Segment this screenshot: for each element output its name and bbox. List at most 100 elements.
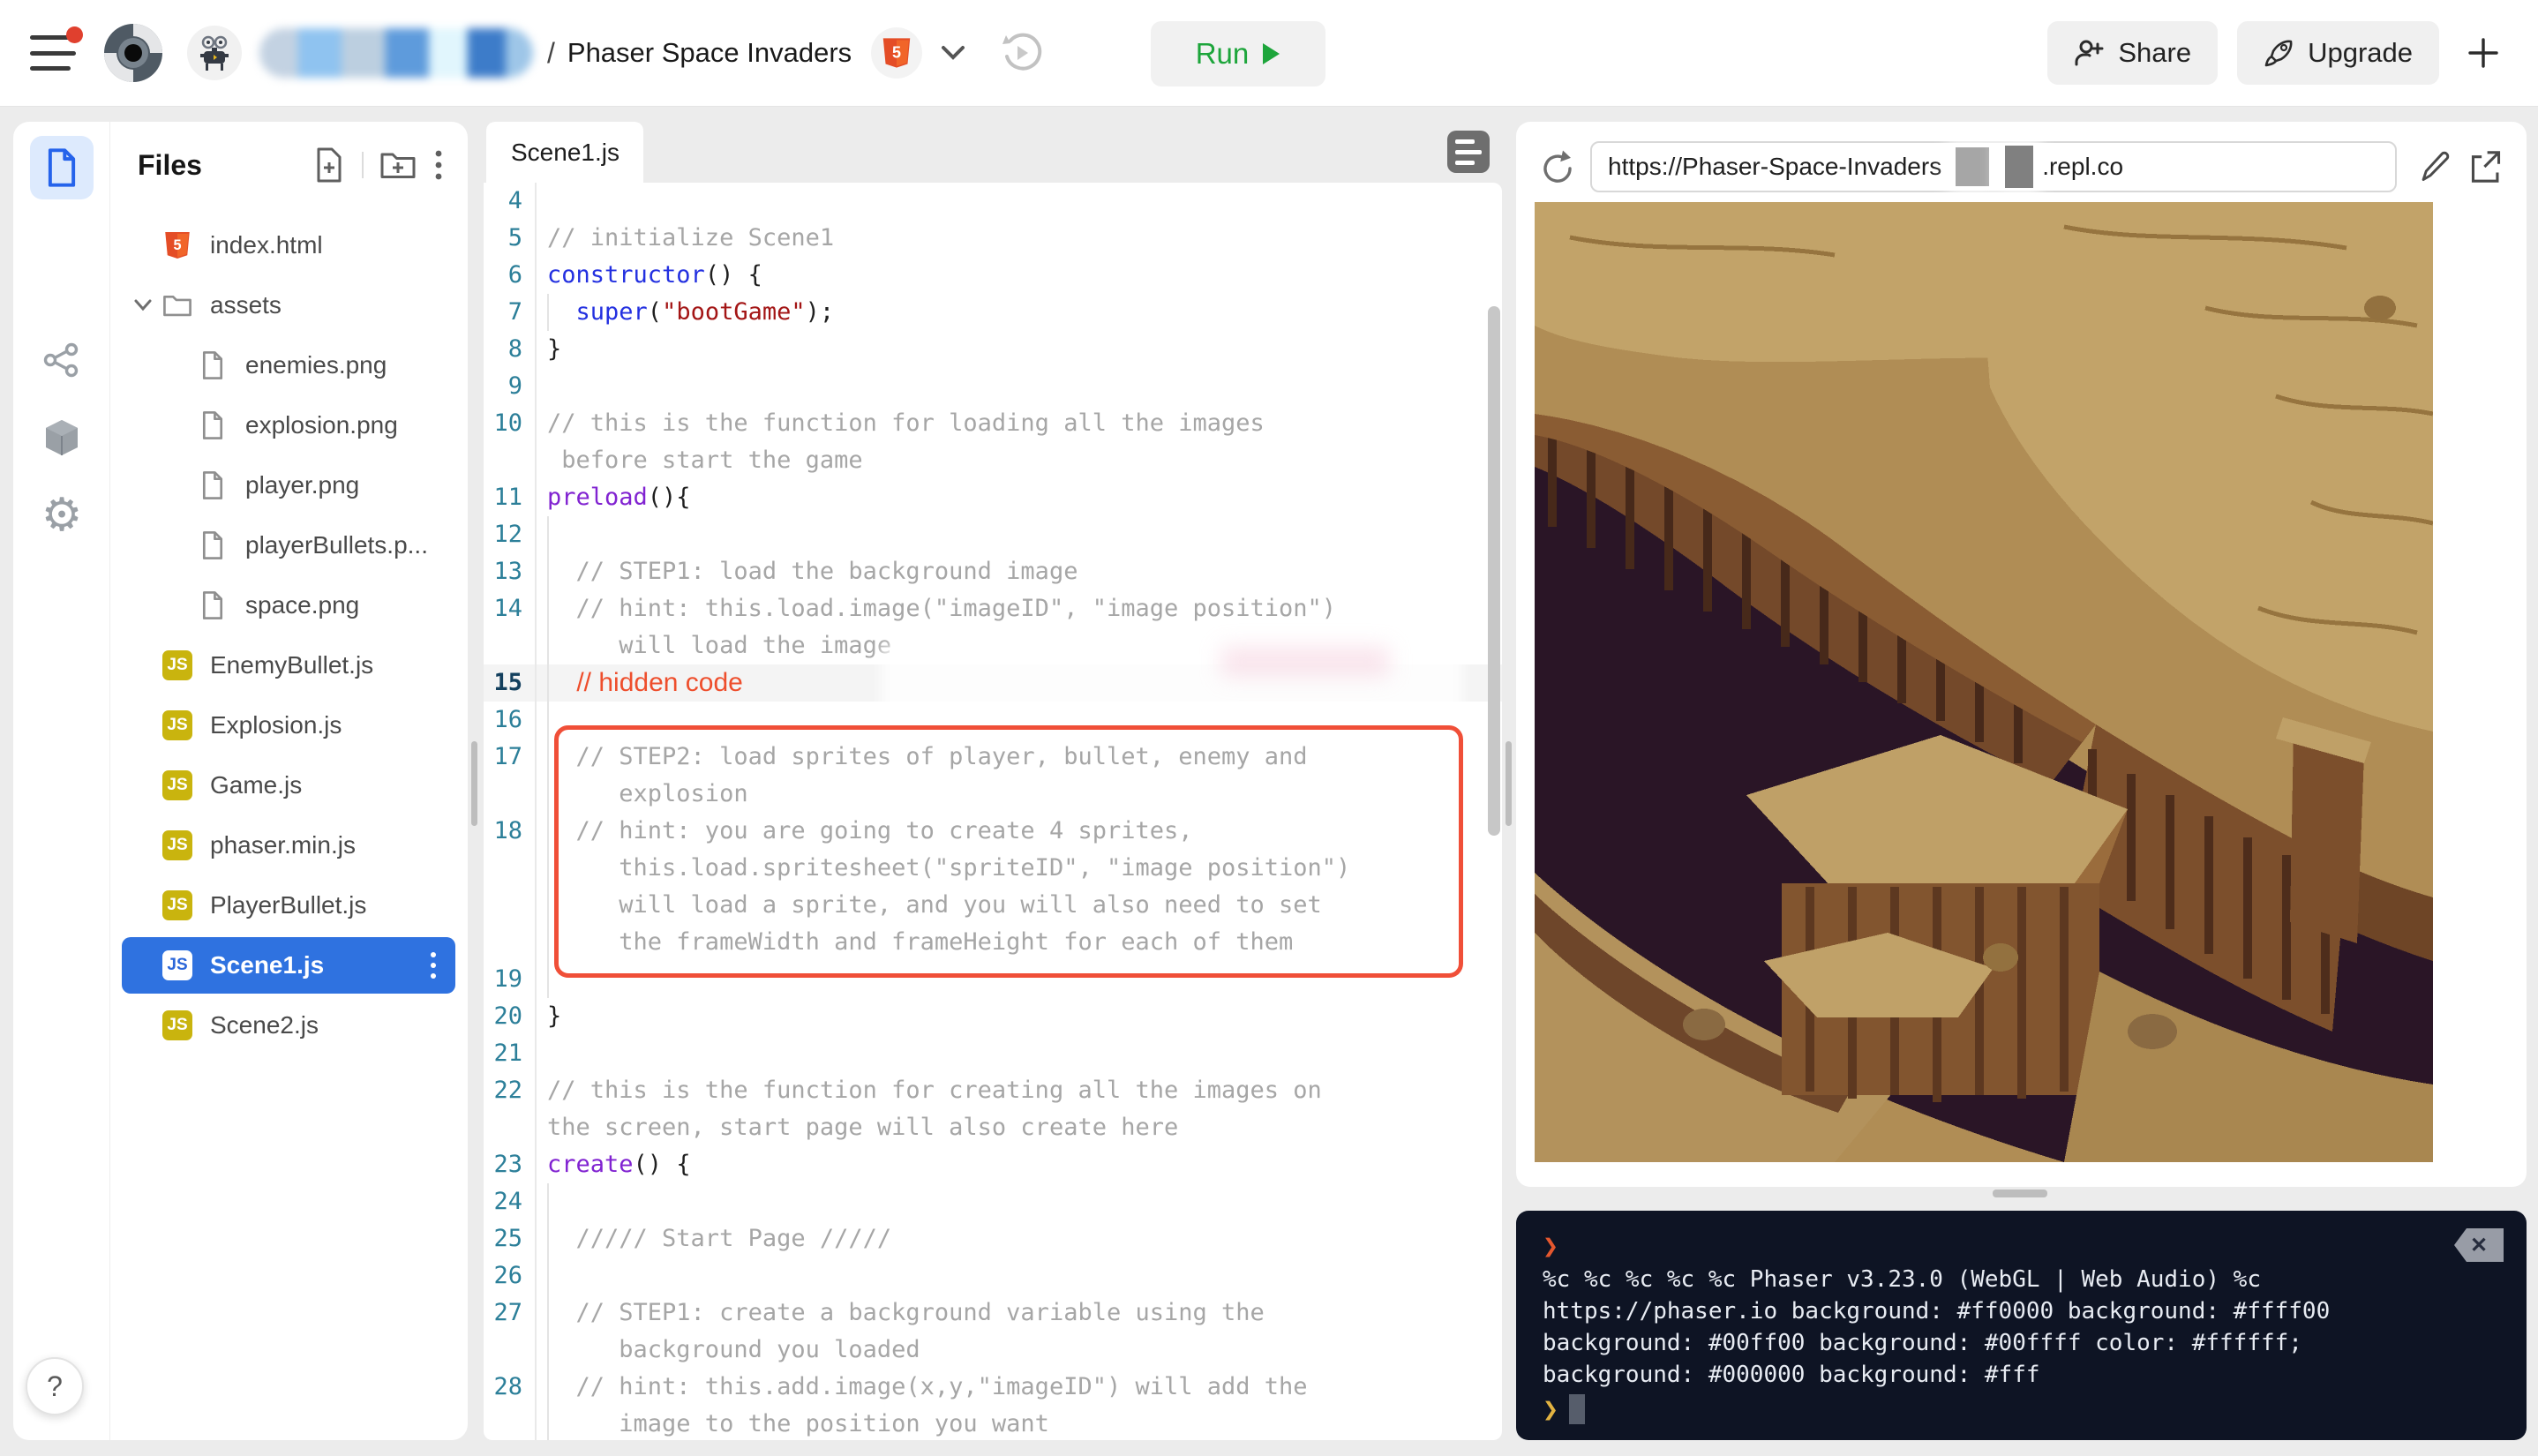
code-row[interactable]: explosion bbox=[484, 776, 1502, 813]
line-number: 27 bbox=[484, 1295, 537, 1332]
rail-version-control-tab[interactable] bbox=[42, 341, 81, 379]
code-row[interactable]: 23 create() { bbox=[484, 1146, 1502, 1183]
rail-settings-tab[interactable]: ⚙ bbox=[41, 492, 83, 538]
tab-scene1[interactable]: Scene1.js bbox=[486, 122, 643, 183]
rail-files-tab[interactable] bbox=[30, 136, 94, 199]
url-redacted-block bbox=[2005, 146, 2034, 188]
code-line: the frameWidth and frameHeight for each … bbox=[537, 924, 1502, 961]
file-item-explosion-js[interactable]: JS Explosion.js bbox=[111, 695, 468, 755]
code-line: // this is the function for creating all… bbox=[537, 1072, 1502, 1109]
console-panel[interactable]: ❯ %c %c %c %c %c Phaser v3.23.0 (WebGL |… bbox=[1516, 1211, 2527, 1440]
code-line: super("bootGame"); bbox=[537, 294, 1502, 331]
file-item-index-html[interactable]: 5 index.html bbox=[111, 215, 468, 275]
run-button[interactable]: Run bbox=[1151, 21, 1325, 86]
code-row[interactable]: 9 bbox=[484, 368, 1502, 405]
code-row[interactable]: 5 // initialize Scene1 bbox=[484, 220, 1502, 257]
code-line bbox=[537, 961, 1502, 998]
indent-guide bbox=[547, 813, 549, 850]
code-row[interactable]: 10 // this is the function for loading al… bbox=[484, 405, 1502, 442]
code-row[interactable]: 21 bbox=[484, 1035, 1502, 1072]
file-item-playerbullets-p-[interactable]: playerBullets.p... bbox=[111, 515, 468, 575]
user-avatar[interactable] bbox=[187, 26, 242, 80]
share-button[interactable]: Share bbox=[2047, 21, 2219, 85]
code-row[interactable]: the screen, start page will also create … bbox=[484, 1109, 1502, 1146]
file-item-scene2-js[interactable]: JS Scene2.js bbox=[111, 995, 468, 1055]
indent-guide bbox=[547, 1406, 549, 1440]
code-row[interactable]: this.load.spritesheet("spriteID", "image… bbox=[484, 850, 1502, 887]
code-row[interactable]: 26 bbox=[484, 1257, 1502, 1295]
line-number bbox=[484, 887, 537, 924]
files-panel: Files 5 index.html assets enemies.png explos… bbox=[111, 122, 468, 1440]
editor-scrollbar[interactable] bbox=[1488, 306, 1500, 836]
url-bar[interactable]: https://Phaser-Space-Invaders .repl.co bbox=[1590, 141, 2397, 192]
line-number: 19 bbox=[484, 961, 537, 998]
upgrade-button[interactable]: Upgrade bbox=[2237, 21, 2439, 85]
code-row[interactable]: before start the game bbox=[484, 442, 1502, 479]
replit-logo[interactable] bbox=[102, 22, 164, 84]
code-row[interactable]: 27 // STEP1: create a background variabl… bbox=[484, 1295, 1502, 1332]
code-row[interactable]: 8} bbox=[484, 331, 1502, 368]
add-file-icon[interactable] bbox=[312, 146, 346, 184]
code-row[interactable]: 14 // hint: this.load.image("imageID", "… bbox=[484, 590, 1502, 627]
refresh-icon[interactable] bbox=[1537, 146, 1578, 191]
code-row[interactable]: 7 super("bootGame"); bbox=[484, 294, 1502, 331]
code-row[interactable]: 19 bbox=[484, 961, 1502, 998]
indent-guide bbox=[547, 516, 549, 553]
indent-guide bbox=[547, 1332, 549, 1369]
format-code-button[interactable] bbox=[1447, 131, 1490, 173]
open-in-new-tab-icon[interactable] bbox=[2468, 148, 2504, 185]
game-canvas[interactable] bbox=[1535, 202, 2433, 1162]
add-folder-icon[interactable] bbox=[379, 148, 417, 182]
code-row[interactable]: 12 bbox=[484, 516, 1502, 553]
file-kebab-menu-icon[interactable] bbox=[431, 952, 436, 979]
code-line: } bbox=[537, 998, 1502, 1035]
code-row[interactable]: 22 // this is the function for creating a… bbox=[484, 1072, 1502, 1109]
new-repl-plus-button[interactable] bbox=[2459, 21, 2508, 85]
file-item-game-js[interactable]: JS Game.js bbox=[111, 755, 468, 815]
code-row[interactable]: 28 // hint: this.add.image(x,y,"imageID"… bbox=[484, 1369, 1502, 1406]
file-item-playerbullet-js[interactable]: JS PlayerBullet.js bbox=[111, 875, 468, 935]
right-resize-handle[interactable] bbox=[1506, 741, 1512, 826]
code-editor[interactable]: 4 5// initialize Scene1 6 constructor() {7 … bbox=[484, 183, 1502, 1440]
code-row[interactable]: background you loaded bbox=[484, 1332, 1502, 1369]
project-menu-chevron-down-icon[interactable] bbox=[938, 43, 968, 63]
file-icon bbox=[198, 470, 228, 500]
code-row[interactable]: will load a sprite, and you will also ne… bbox=[484, 887, 1502, 924]
file-item-scene1-js[interactable]: JS Scene1.js bbox=[122, 937, 455, 994]
code-row[interactable]: image to the position you want bbox=[484, 1406, 1502, 1440]
code-row[interactable]: 4 bbox=[484, 183, 1502, 220]
code-row[interactable]: the frameWidth and frameHeight for each … bbox=[484, 924, 1502, 961]
breadcrumb-separator: / bbox=[547, 36, 555, 69]
files-kebab-menu-icon[interactable] bbox=[432, 147, 445, 183]
file-item-player-png[interactable]: player.png bbox=[111, 455, 468, 515]
help-button[interactable]: ? bbox=[26, 1357, 84, 1415]
code-row[interactable]: 17 // STEP2: load sprites of player, bul… bbox=[484, 739, 1502, 776]
file-item-enemybullet-js[interactable]: JS EnemyBullet.js bbox=[111, 635, 468, 695]
file-icon bbox=[202, 411, 223, 439]
history-icon[interactable] bbox=[998, 30, 1044, 76]
file-item-explosion-png[interactable]: explosion.png bbox=[111, 395, 468, 455]
hamburger-menu-icon[interactable] bbox=[30, 26, 83, 71]
project-title[interactable]: Phaser Space Invaders bbox=[567, 37, 852, 69]
code-row[interactable]: 18 // hint: you are going to create 4 sp… bbox=[484, 813, 1502, 850]
code-row[interactable]: 24 bbox=[484, 1183, 1502, 1220]
folder-expand-chevron[interactable] bbox=[132, 298, 155, 312]
code-row[interactable]: 20} bbox=[484, 998, 1502, 1035]
code-row[interactable]: 11 preload(){ bbox=[484, 479, 1502, 516]
edit-pencil-icon[interactable] bbox=[2417, 148, 2452, 185]
code-row[interactable]: 25 ///// Start Page ///// bbox=[484, 1220, 1502, 1257]
js-file-icon: JS bbox=[162, 830, 192, 860]
js-file-icon: JS bbox=[162, 770, 192, 800]
file-item-space-png[interactable]: space.png bbox=[111, 575, 468, 635]
left-resize-handle[interactable] bbox=[471, 741, 477, 826]
file-item-phaser-min-js[interactable]: JS phaser.min.js bbox=[111, 815, 468, 875]
file-label: EnemyBullet.js bbox=[210, 651, 374, 679]
file-item-enemies-png[interactable]: enemies.png bbox=[111, 335, 468, 395]
html-icon: 5 bbox=[162, 230, 192, 260]
rail-packages-tab[interactable] bbox=[42, 418, 81, 457]
code-token: ( bbox=[647, 298, 663, 326]
file-item-assets[interactable]: assets bbox=[111, 275, 468, 335]
code-row[interactable]: 6 constructor() { bbox=[484, 257, 1502, 294]
code-row[interactable]: 13 // STEP1: load the background image bbox=[484, 553, 1502, 590]
console-resize-handle[interactable] bbox=[1993, 1190, 2047, 1197]
